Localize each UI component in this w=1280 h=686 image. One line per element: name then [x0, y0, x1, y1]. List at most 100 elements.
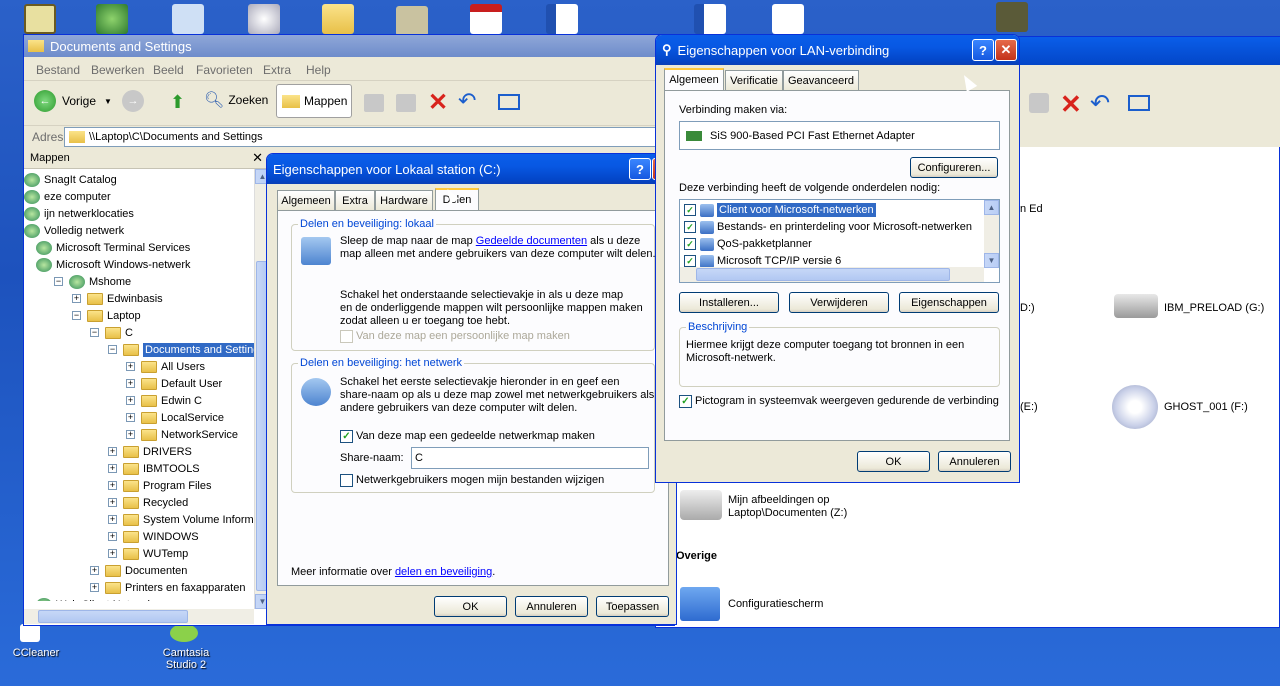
expand-icon[interactable]: +: [72, 294, 81, 303]
delete-icon[interactable]: ✕: [1060, 89, 1082, 120]
tree-item[interactable]: + Program Files: [108, 477, 211, 494]
drive-f-label[interactable]: GHOST_001 (F:): [1164, 401, 1248, 413]
collapse-icon[interactable]: −: [72, 311, 81, 320]
tree-item[interactable]: Microsoft Windows-netwerk: [36, 256, 190, 273]
private-checkbox[interactable]: [340, 330, 353, 343]
tab-verificatie[interactable]: Verificatie: [725, 70, 783, 90]
tab-geavanceerd[interactable]: Geavanceerd: [783, 70, 859, 90]
modify-checkbox[interactable]: [340, 474, 353, 487]
tree-item[interactable]: − Documents and Settings: [108, 341, 254, 358]
ccleaner-icon[interactable]: [20, 624, 40, 642]
expand-icon[interactable]: +: [90, 566, 99, 575]
tree-item[interactable]: + Documenten: [90, 562, 187, 579]
install-button[interactable]: Installeren...: [679, 292, 779, 313]
tree-item[interactable]: + Recycled: [108, 494, 188, 511]
tree-item[interactable]: + NetworkService: [126, 426, 238, 443]
move-to-icon[interactable]: [364, 94, 384, 112]
word-doc-icon-2[interactable]: [694, 4, 726, 34]
tree-item[interactable]: + WINDOWS: [108, 528, 199, 545]
tree-item[interactable]: + Default User: [126, 375, 222, 392]
tree-item[interactable]: − Mshome: [54, 273, 131, 290]
views-icon[interactable]: [498, 94, 520, 110]
help-button[interactable]: ?: [972, 39, 994, 61]
expand-icon[interactable]: +: [108, 532, 117, 541]
snagit-icon[interactable]: [24, 4, 56, 34]
expand-icon[interactable]: +: [108, 447, 117, 456]
component-checkbox[interactable]: ✓: [684, 238, 696, 250]
expand-icon[interactable]: +: [126, 362, 135, 371]
apply-button[interactable]: Toepassen: [596, 596, 669, 617]
hscroll-thumb[interactable]: [696, 268, 950, 281]
tree-item[interactable]: Microsoft Terminal Services: [36, 239, 190, 256]
drive-g-label[interactable]: IBM_PRELOAD (G:): [1164, 302, 1264, 314]
component-checkbox[interactable]: ✓: [684, 255, 696, 267]
tool-icon[interactable]: [396, 6, 428, 36]
expand-icon[interactable]: +: [126, 430, 135, 439]
tree-item[interactable]: eze computer: [24, 188, 111, 205]
menu-favorieten[interactable]: Favorieten: [196, 63, 253, 77]
menu-beeld[interactable]: Beeld: [153, 63, 184, 77]
help-button[interactable]: ?: [629, 158, 651, 180]
tree-item[interactable]: + System Volume Informati: [108, 511, 254, 528]
share-checkbox[interactable]: ✓: [340, 430, 353, 443]
tree-item[interactable]: + LocalService: [126, 409, 224, 426]
remove-button[interactable]: Verwijderen: [789, 292, 889, 313]
cancel-button[interactable]: Annuleren: [938, 451, 1011, 472]
configure-button[interactable]: Configureren...: [910, 157, 998, 178]
component-checkbox[interactable]: ✓: [684, 221, 696, 233]
folder-icon[interactable]: [322, 4, 354, 34]
game-icon[interactable]: [996, 2, 1028, 32]
globe-app-icon[interactable]: [96, 4, 128, 34]
close-icon[interactable]: ✕: [252, 150, 263, 166]
forward-arrow-icon[interactable]: →: [122, 90, 144, 112]
tree-item[interactable]: ijn netwerklocaties: [24, 205, 134, 222]
cancel-button[interactable]: Annuleren: [515, 596, 588, 617]
menu-bestand[interactable]: Bestand: [36, 63, 80, 77]
undo-icon[interactable]: ↶: [1090, 89, 1110, 118]
search-button[interactable]: 🔍︎ Zoeken: [204, 90, 268, 110]
up-folder-icon[interactable]: ⬆: [170, 92, 185, 113]
component-item[interactable]: ✓ QoS-pakketplanner: [684, 236, 812, 252]
expand-icon[interactable]: +: [126, 379, 135, 388]
tab-extra[interactable]: Extra: [335, 190, 375, 210]
ok-button[interactable]: OK: [434, 596, 507, 617]
text-doc-icon[interactable]: [772, 4, 804, 34]
component-item[interactable]: ✓ Bestands- en printerdeling voor Microso…: [684, 219, 972, 235]
menu-extra[interactable]: Extra: [263, 63, 291, 77]
sharing-security-link[interactable]: delen en beveiliging: [395, 566, 492, 578]
expand-icon[interactable]: +: [108, 549, 117, 558]
components-list[interactable]: ✓ Client voor Microsoft-netwerken ✓ Bestand…: [679, 199, 1000, 283]
menu-help[interactable]: Help: [306, 63, 331, 77]
expand-icon[interactable]: +: [108, 464, 117, 473]
expand-icon[interactable]: +: [126, 396, 135, 405]
properties-button[interactable]: Eigenschappen: [899, 292, 999, 313]
folders-button[interactable]: Mappen: [276, 84, 352, 118]
tree-item[interactable]: SnagIt Catalog: [24, 171, 117, 188]
control-panel-icon[interactable]: [680, 587, 720, 621]
share-name-input[interactable]: C: [411, 447, 649, 469]
tree-item[interactable]: + Edwinbasis: [72, 290, 163, 307]
component-item[interactable]: ✓ Client voor Microsoft-netwerken: [684, 202, 876, 218]
ok-button[interactable]: OK: [857, 451, 930, 472]
components-scrollbar[interactable]: ▲ ▼: [984, 200, 999, 268]
tree-item[interactable]: Volledig netwerk: [24, 222, 124, 239]
collapse-icon[interactable]: −: [54, 277, 63, 286]
tray-checkbox[interactable]: ✓: [679, 395, 692, 408]
tree-item[interactable]: + Printers en faxapparaten: [90, 579, 245, 596]
tab-hardware[interactable]: Hardware: [375, 190, 433, 210]
expand-icon[interactable]: +: [108, 481, 117, 490]
copy-to-icon[interactable]: [396, 94, 416, 112]
tree-hscrollbar[interactable]: [24, 609, 254, 624]
views-icon[interactable]: [1128, 95, 1150, 111]
tree-item[interactable]: Web Client Network: [36, 596, 153, 601]
address-input[interactable]: \\Laptop\C\Documents and Settings: [64, 127, 676, 147]
collapse-icon[interactable]: −: [108, 345, 117, 354]
menu-bewerken[interactable]: Bewerken: [91, 63, 144, 77]
undo-icon[interactable]: ↶: [458, 88, 476, 114]
chevron-down-icon[interactable]: ▼: [104, 97, 112, 106]
pdf-icon[interactable]: [470, 4, 502, 34]
hscroll-thumb[interactable]: [38, 610, 188, 623]
network-drive-z-icon[interactable]: [680, 490, 722, 520]
tab-algemeen[interactable]: Algemeen: [664, 68, 724, 90]
tab-algemeen[interactable]: Algemeen: [277, 190, 335, 210]
